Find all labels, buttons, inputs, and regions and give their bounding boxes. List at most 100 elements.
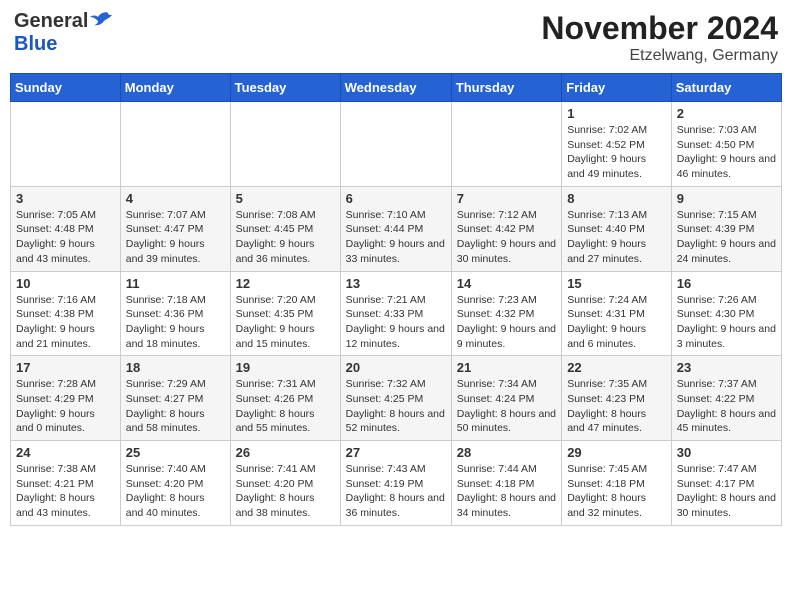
calendar-cell: 24 Sunrise: 7:38 AM Sunset: 4:21 PM Dayli… <box>11 441 121 526</box>
title-section: November 2024 Etzelwang, Germany <box>541 10 778 65</box>
day-info: Sunrise: 7:08 AM Sunset: 4:45 PM Dayligh… <box>236 208 335 267</box>
day-number: 18 <box>126 360 225 375</box>
calendar-header-row: SundayMondayTuesdayWednesdayThursdayFrid… <box>11 74 782 102</box>
day-number: 1 <box>567 106 666 121</box>
day-info: Sunrise: 7:40 AM Sunset: 4:20 PM Dayligh… <box>126 462 225 521</box>
day-number: 27 <box>346 445 446 460</box>
day-number: 16 <box>677 276 776 291</box>
day-number: 22 <box>567 360 666 375</box>
day-info: Sunrise: 7:16 AM Sunset: 4:38 PM Dayligh… <box>16 293 115 352</box>
calendar-cell: 26 Sunrise: 7:41 AM Sunset: 4:20 PM Dayli… <box>230 441 340 526</box>
calendar-cell: 5 Sunrise: 7:08 AM Sunset: 4:45 PM Daylig… <box>230 186 340 271</box>
day-number: 28 <box>457 445 556 460</box>
calendar-week-row: 17 Sunrise: 7:28 AM Sunset: 4:29 PM Dayli… <box>11 356 782 441</box>
day-info: Sunrise: 7:43 AM Sunset: 4:19 PM Dayligh… <box>346 462 446 521</box>
calendar-cell <box>230 102 340 187</box>
logo-general-text: General <box>14 10 88 33</box>
day-number: 13 <box>346 276 446 291</box>
calendar-cell: 17 Sunrise: 7:28 AM Sunset: 4:29 PM Dayli… <box>11 356 121 441</box>
calendar-week-row: 3 Sunrise: 7:05 AM Sunset: 4:48 PM Daylig… <box>11 186 782 271</box>
day-info: Sunrise: 7:26 AM Sunset: 4:30 PM Dayligh… <box>677 293 776 352</box>
day-number: 25 <box>126 445 225 460</box>
calendar-cell: 3 Sunrise: 7:05 AM Sunset: 4:48 PM Daylig… <box>11 186 121 271</box>
calendar-cell: 29Sunrise: 7:45 AM Sunset: 4:18 PM Dayli… <box>562 441 672 526</box>
calendar-cell: 20Sunrise: 7:32 AM Sunset: 4:25 PM Dayli… <box>340 356 451 441</box>
weekday-header-saturday: Saturday <box>671 74 781 102</box>
calendar-cell: 8 Sunrise: 7:13 AM Sunset: 4:40 PM Daylig… <box>562 186 672 271</box>
day-info: Sunrise: 7:28 AM Sunset: 4:29 PM Dayligh… <box>16 377 115 436</box>
calendar-cell: 7Sunrise: 7:12 AM Sunset: 4:42 PM Daylig… <box>451 186 561 271</box>
day-number: 17 <box>16 360 115 375</box>
calendar-cell: 27 Sunrise: 7:43 AM Sunset: 4:19 PM Dayli… <box>340 441 451 526</box>
day-info: Sunrise: 7:45 AM Sunset: 4:18 PM Dayligh… <box>567 462 666 521</box>
day-info: Sunrise: 7:35 AM Sunset: 4:23 PM Dayligh… <box>567 377 666 436</box>
calendar-cell <box>120 102 230 187</box>
day-info: Sunrise: 7:24 AM Sunset: 4:31 PM Dayligh… <box>567 293 666 352</box>
calendar-cell: 14 Sunrise: 7:23 AM Sunset: 4:32 PM Dayli… <box>451 271 561 356</box>
weekday-header-thursday: Thursday <box>451 74 561 102</box>
calendar-week-row: 24 Sunrise: 7:38 AM Sunset: 4:21 PM Dayli… <box>11 441 782 526</box>
day-number: 26 <box>236 445 335 460</box>
calendar-cell <box>340 102 451 187</box>
day-info: Sunrise: 7:10 AM Sunset: 4:44 PM Dayligh… <box>346 208 446 267</box>
calendar-week-row: 1Sunrise: 7:02 AM Sunset: 4:52 PM Daylig… <box>11 102 782 187</box>
day-info: Sunrise: 7:15 AM Sunset: 4:39 PM Dayligh… <box>677 208 776 267</box>
calendar-cell: 9 Sunrise: 7:15 AM Sunset: 4:39 PM Daylig… <box>671 186 781 271</box>
day-number: 21 <box>457 360 556 375</box>
day-info: Sunrise: 7:44 AM Sunset: 4:18 PM Dayligh… <box>457 462 556 521</box>
calendar-cell: 21 Sunrise: 7:34 AM Sunset: 4:24 PM Dayli… <box>451 356 561 441</box>
calendar-cell <box>451 102 561 187</box>
day-info: Sunrise: 7:47 AM Sunset: 4:17 PM Dayligh… <box>677 462 776 521</box>
calendar-cell: 2 Sunrise: 7:03 AM Sunset: 4:50 PM Daylig… <box>671 102 781 187</box>
calendar-table: SundayMondayTuesdayWednesdayThursdayFrid… <box>10 73 782 526</box>
day-info: Sunrise: 7:03 AM Sunset: 4:50 PM Dayligh… <box>677 123 776 182</box>
calendar-week-row: 10Sunrise: 7:16 AM Sunset: 4:38 PM Dayli… <box>11 271 782 356</box>
day-number: 12 <box>236 276 335 291</box>
calendar-cell: 18Sunrise: 7:29 AM Sunset: 4:27 PM Dayli… <box>120 356 230 441</box>
calendar-cell <box>11 102 121 187</box>
day-number: 3 <box>16 191 115 206</box>
day-info: Sunrise: 7:21 AM Sunset: 4:33 PM Dayligh… <box>346 293 446 352</box>
day-info: Sunrise: 7:41 AM Sunset: 4:20 PM Dayligh… <box>236 462 335 521</box>
logo-blue-text: Blue <box>14 33 57 55</box>
day-info: Sunrise: 7:37 AM Sunset: 4:22 PM Dayligh… <box>677 377 776 436</box>
day-info: Sunrise: 7:31 AM Sunset: 4:26 PM Dayligh… <box>236 377 335 436</box>
calendar-cell: 12 Sunrise: 7:20 AM Sunset: 4:35 PM Dayli… <box>230 271 340 356</box>
weekday-header-wednesday: Wednesday <box>340 74 451 102</box>
calendar-cell: 10Sunrise: 7:16 AM Sunset: 4:38 PM Dayli… <box>11 271 121 356</box>
day-info: Sunrise: 7:23 AM Sunset: 4:32 PM Dayligh… <box>457 293 556 352</box>
calendar-cell: 19Sunrise: 7:31 AM Sunset: 4:26 PM Dayli… <box>230 356 340 441</box>
logo: General Blue <box>14 10 112 56</box>
location-title: Etzelwang, Germany <box>541 47 778 65</box>
month-title: November 2024 <box>541 10 778 47</box>
calendar-cell: 15 Sunrise: 7:24 AM Sunset: 4:31 PM Dayli… <box>562 271 672 356</box>
day-number: 24 <box>16 445 115 460</box>
weekday-header-friday: Friday <box>562 74 672 102</box>
logo-bird-icon <box>90 11 112 31</box>
weekday-header-sunday: Sunday <box>11 74 121 102</box>
calendar-cell: 23Sunrise: 7:37 AM Sunset: 4:22 PM Dayli… <box>671 356 781 441</box>
calendar-cell: 28 Sunrise: 7:44 AM Sunset: 4:18 PM Dayli… <box>451 441 561 526</box>
calendar-cell: 6 Sunrise: 7:10 AM Sunset: 4:44 PM Daylig… <box>340 186 451 271</box>
day-info: Sunrise: 7:07 AM Sunset: 4:47 PM Dayligh… <box>126 208 225 267</box>
calendar-cell: 1Sunrise: 7:02 AM Sunset: 4:52 PM Daylig… <box>562 102 672 187</box>
day-number: 20 <box>346 360 446 375</box>
day-info: Sunrise: 7:05 AM Sunset: 4:48 PM Dayligh… <box>16 208 115 267</box>
calendar-cell: 4 Sunrise: 7:07 AM Sunset: 4:47 PM Daylig… <box>120 186 230 271</box>
day-number: 9 <box>677 191 776 206</box>
day-number: 14 <box>457 276 556 291</box>
day-number: 6 <box>346 191 446 206</box>
day-number: 4 <box>126 191 225 206</box>
day-info: Sunrise: 7:38 AM Sunset: 4:21 PM Dayligh… <box>16 462 115 521</box>
day-info: Sunrise: 7:34 AM Sunset: 4:24 PM Dayligh… <box>457 377 556 436</box>
day-number: 11 <box>126 276 225 291</box>
day-number: 2 <box>677 106 776 121</box>
day-info: Sunrise: 7:13 AM Sunset: 4:40 PM Dayligh… <box>567 208 666 267</box>
day-number: 15 <box>567 276 666 291</box>
page-header: General Blue November 2024 Etzelwang, Ge… <box>10 10 782 65</box>
day-info: Sunrise: 7:12 AM Sunset: 4:42 PM Dayligh… <box>457 208 556 267</box>
day-number: 8 <box>567 191 666 206</box>
day-number: 5 <box>236 191 335 206</box>
day-info: Sunrise: 7:20 AM Sunset: 4:35 PM Dayligh… <box>236 293 335 352</box>
calendar-cell: 22 Sunrise: 7:35 AM Sunset: 4:23 PM Dayli… <box>562 356 672 441</box>
